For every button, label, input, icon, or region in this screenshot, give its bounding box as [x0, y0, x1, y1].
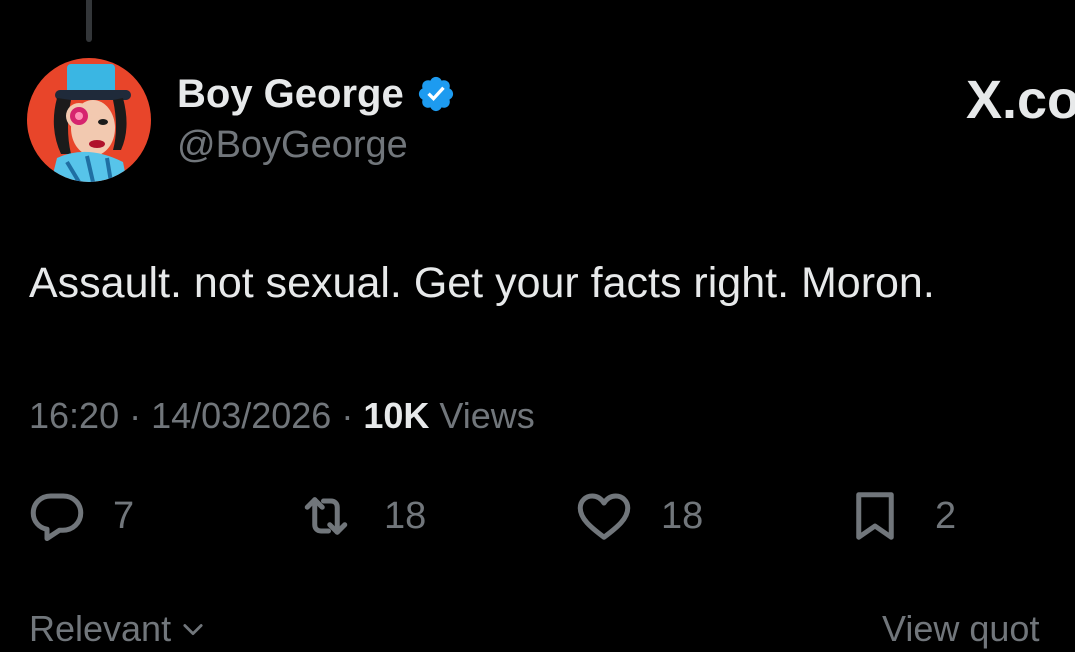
verified-badge-icon [418, 76, 453, 112]
like-count: 18 [661, 495, 704, 537]
avatar-image [27, 58, 151, 182]
tweet-meta: 16:20 · 14/03/2026 · 10K Views [29, 393, 535, 439]
meta-separator: · [341, 395, 354, 436]
tweet-actions-bar: 7 18 18 2 [0, 484, 1075, 548]
author-handle[interactable]: @BoyGeorge [177, 122, 408, 168]
bookmark-icon [856, 492, 894, 540]
author-name-row[interactable]: Boy George [177, 70, 456, 118]
retweet-icon [304, 497, 348, 535]
retweet-count: 18 [384, 495, 427, 537]
retweet-button[interactable]: 18 [296, 484, 426, 548]
bookmark-count: 2 [935, 495, 957, 537]
meta-separator: · [129, 395, 142, 436]
heart-icon [577, 493, 631, 540]
like-button[interactable]: 18 [574, 484, 703, 548]
views-label: Views [439, 395, 535, 436]
sort-label: Relevant [29, 608, 172, 649]
chevron-down-icon [183, 624, 203, 636]
tweet-date[interactable]: 14/03/2026 [151, 395, 331, 436]
tweet-time[interactable]: 16:20 [29, 395, 119, 436]
reply-button[interactable]: 7 [27, 484, 134, 548]
avatar[interactable] [27, 58, 151, 182]
replies-sort-dropdown[interactable]: Relevant [29, 606, 207, 652]
reply-count: 7 [113, 495, 135, 537]
view-quotes-link[interactable]: View quot [882, 606, 1039, 652]
reply-icon [30, 493, 84, 541]
tweet-text: Assault. not sexual. Get your facts righ… [29, 259, 935, 307]
bookmark-button[interactable]: 2 [845, 484, 956, 548]
views-count: 10K [363, 395, 430, 436]
x-watermark: X.co [966, 70, 1075, 130]
thread-connector-line [86, 0, 92, 42]
author-display-name[interactable]: Boy George [177, 70, 404, 118]
